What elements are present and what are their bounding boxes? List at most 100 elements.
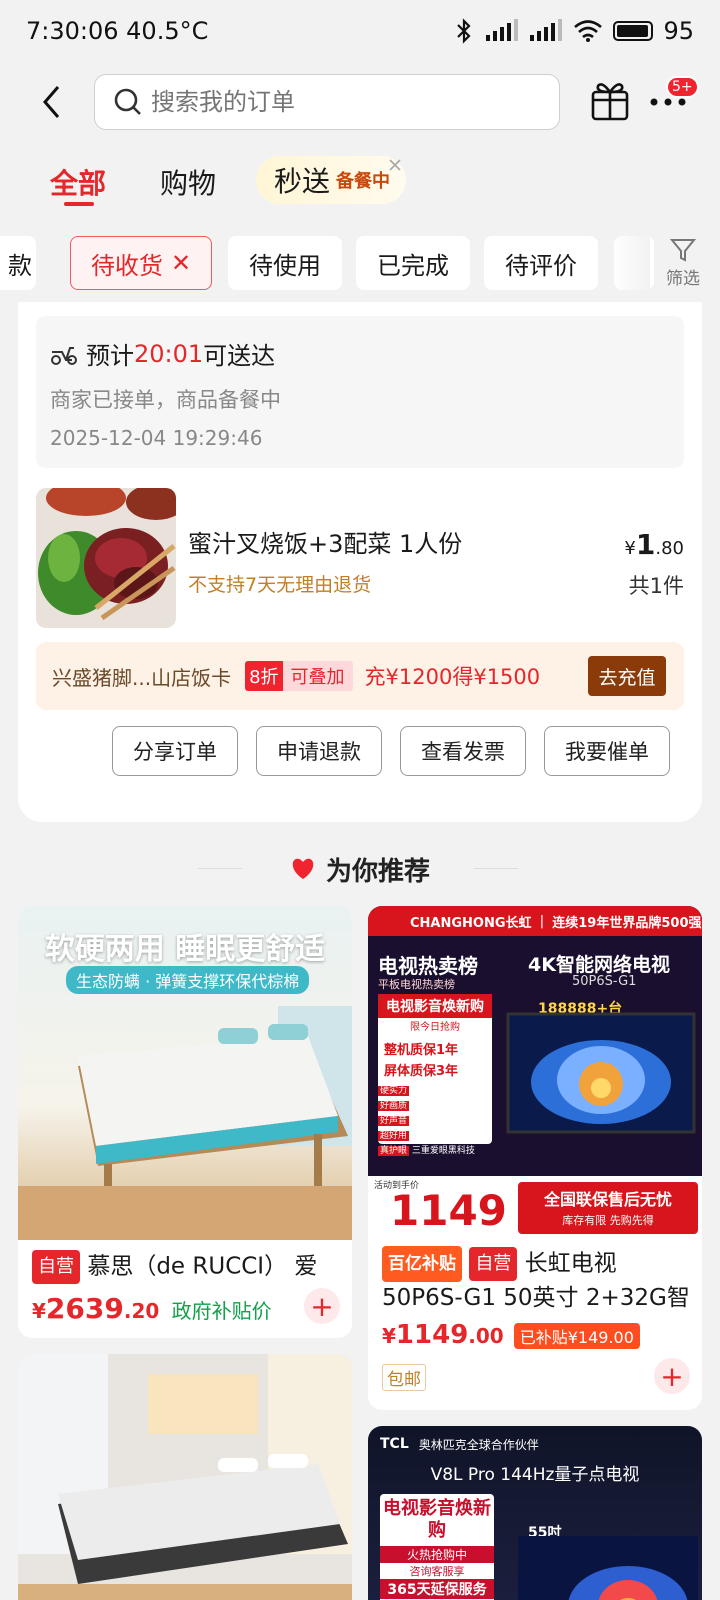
mattress-bed-image [18,1006,352,1240]
funnel-icon [669,239,697,262]
tcl-banner-left: 电视影音焕新购 火热抢购中 咨询客服享 365天延保服务 [380,1494,494,1600]
filter-chip-partial[interactable]: 款 [0,236,36,290]
miaosong-status: 备餐中 [336,171,391,192]
banner-model: V8L Pro 144Hz量子点电视 [430,1465,640,1485]
product-title-text: 慕思（de RUCCI） 爱 [87,1253,318,1280]
product-card-changhong-tv[interactable]: CHANGHONG长虹 | 连续19年世界品牌500强 电视热卖榜 平板电视热卖… [368,906,702,1410]
banner-rank-sub: 平板电视热卖榜 [378,978,455,991]
filter-row: 款 待收货 ✕ 待使用 已完成 待评价 筛选 [0,236,720,296]
order-card[interactable]: 预计 20:01 可送达 商家已接单，商品备餐中 2025-12-04 19:29:… [18,302,702,822]
scooter-icon [51,346,77,365]
delivery-info[interactable]: 预计 20:01 可送达 商家已接单，商品备餐中 2025-12-04 19:29:… [36,316,684,468]
banner-model-code: 50P6S-G1 [572,974,637,989]
product-image[interactable] [36,488,176,628]
banner-service: 365天延保服务 [380,1579,494,1599]
banner-spec: 好声音 24W大功率音响 [378,1116,478,1126]
divider [198,868,242,869]
product-card-mattress[interactable]: 软硬两用 睡眠更舒适 生态防螨 · 弹簧支撑环保代棕棉 自营 慕思（de RUC… [18,906,352,1338]
filter-chip-label: 待使用 [249,251,321,280]
filter-chip-partial-label: 款 [8,251,32,280]
product-price: ¥1.80 [624,528,684,561]
bluetooth-icon [457,18,472,44]
billion-subsidy-tag: 百亿补贴 [382,1246,462,1282]
product-card-mattress-2[interactable] [18,1354,352,1600]
banner-brand: TCL [380,1436,409,1452]
filter-chip-close-icon[interactable]: ✕ [171,249,191,277]
return-policy-note: 不支持7天无理由退货 [188,574,372,596]
price-symbol: ¥ [382,1324,396,1348]
mattress-banner: 软硬两用 睡眠更舒适 生态防螨 · 弹簧支撑环保代棕棉 [18,906,352,1240]
battery-text: 95 [663,17,694,45]
product-card-tcl-tv[interactable]: TCL 奥林匹克全球合作伙伴 V8L Pro 144Hz量子点电视 电视影音焕新… [368,1426,702,1600]
search-icon [114,88,141,115]
banner-partner: 奥林匹克全球合作伙伴 [418,1438,539,1452]
banner-spec: 真护眼 三重爱眼黑科技 [378,1146,475,1156]
banner-hot: 火热抢购中 [380,1546,494,1563]
mattress-room-image [18,1354,352,1600]
promo-stackable-badge: 可叠加 [282,661,353,691]
filter-chip-to-review[interactable]: 待评价 [484,236,598,290]
filter-chip-label: 已完成 [377,251,449,280]
back-button[interactable] [22,72,82,132]
banner-spec-list: 硬实力 2+32G大内存 好画质 4K超高清 全景屏 好声音 24W大功率音响 … [378,1084,498,1159]
filter-chip-completed[interactable]: 已完成 [356,236,470,290]
banner-event-sub: 限今日抢购 [410,1022,460,1033]
notification-badge: 5+ [666,76,699,98]
gift-icon[interactable] [590,78,630,122]
product-title[interactable]: 自营 慕思（de RUCCI） 爱 [32,1250,342,1284]
product-title[interactable]: 百亿补贴 自营 长虹电视50P6S-G1 50英寸 2+32G智能4 [382,1246,692,1316]
search-input[interactable] [151,88,511,116]
tab-all[interactable]: 全部 [50,162,106,202]
promo-discount-badge: 8折 [245,661,283,691]
recommend-title: 为你推荐 [325,856,430,887]
filter-chip-to-use[interactable]: 待使用 [228,236,342,290]
view-invoice-button[interactable]: 查看发票 [400,726,526,776]
price-note: 政府补贴价 [171,1299,272,1323]
urge-order-button[interactable]: 我要催单 [544,726,670,776]
tv-banner: CHANGHONG长虹 | 连续19年世界品牌500强 电视热卖榜 平板电视热卖… [368,906,702,1240]
filter-chip-active-label: 待收货 [90,251,163,280]
order-status: 商家已接单，商品备餐中 [50,388,281,412]
tab-active-indicator [64,202,94,206]
product-title[interactable]: 蜜汁叉烧饭+3配菜 1人份 [188,524,462,559]
banner-model: 4K智能网络电视 [528,954,670,976]
eta-line: 预计 20:01 可送达 [50,336,275,371]
filter-button[interactable]: 筛选 [650,236,716,296]
free-shipping-tag: 包邮 [382,1364,426,1391]
tv-banner-top: CHANGHONG长虹 | 连续19年世界品牌500强 [368,906,702,936]
refund-button[interactable]: 申请退款 [256,726,382,776]
banner-consult: 咨询客服享 [409,1565,465,1578]
search-box[interactable] [94,74,560,130]
banner-spec: 超好用 一键看直播 [378,1131,457,1141]
banner-guarantee-box: 全国联保售后无忧 库存有限 先购先得 [518,1182,698,1234]
recommend-header: 为你推荐 [0,844,720,894]
share-order-button[interactable]: 分享订单 [112,726,238,776]
eta-suffix: 可送达 [203,342,276,370]
promo-bar[interactable]: 兴盛猪脚...山店饭卡 8折 可叠加 充¥1200得¥1500 去充值 [36,642,684,710]
eta-prefix: 预计 [86,342,134,370]
battery-fill [617,25,648,37]
filter-chip-pending-receipt[interactable]: 待收货 ✕ [70,236,212,290]
price-int: 1149 [395,1320,469,1350]
banner-guarantee: 全国联保售后无忧 [543,1190,672,1209]
banner-event: 电视影音焕新购 [383,1498,491,1541]
banner-spec: 好画质 4K超高清 全景屏 [378,1101,481,1111]
banner-rank: 电视热卖榜 [378,954,478,978]
tab-miaosong[interactable]: 秒送 备餐中 [256,156,406,204]
signal-icon [486,19,519,41]
add-to-cart-button[interactable]: + [654,1358,690,1394]
status-time-temp: 7:30:06 40.5°C [26,17,209,45]
tab-shopping[interactable]: 购物 [160,162,216,202]
heart-icon [292,858,314,879]
banner-stock: 库存有限 先购先得 [562,1214,654,1227]
add-to-cart-button[interactable]: + [304,1288,340,1324]
top-tabs: 全部 购物 秒送 备餐中 [0,152,720,222]
miaosong-close-icon[interactable] [388,158,402,172]
banner-slogan: 连续19年世界品牌500强 [552,915,702,931]
tcl-banner-top: TCL 奥林匹克全球合作伙伴 [380,1436,539,1453]
price-dec: .00 [468,1324,504,1348]
product-count: 共1件 [628,574,684,598]
recharge-button[interactable]: 去充值 [588,656,666,696]
price-dec: .20 [123,1299,160,1323]
tcl-screen-image [518,1536,698,1600]
